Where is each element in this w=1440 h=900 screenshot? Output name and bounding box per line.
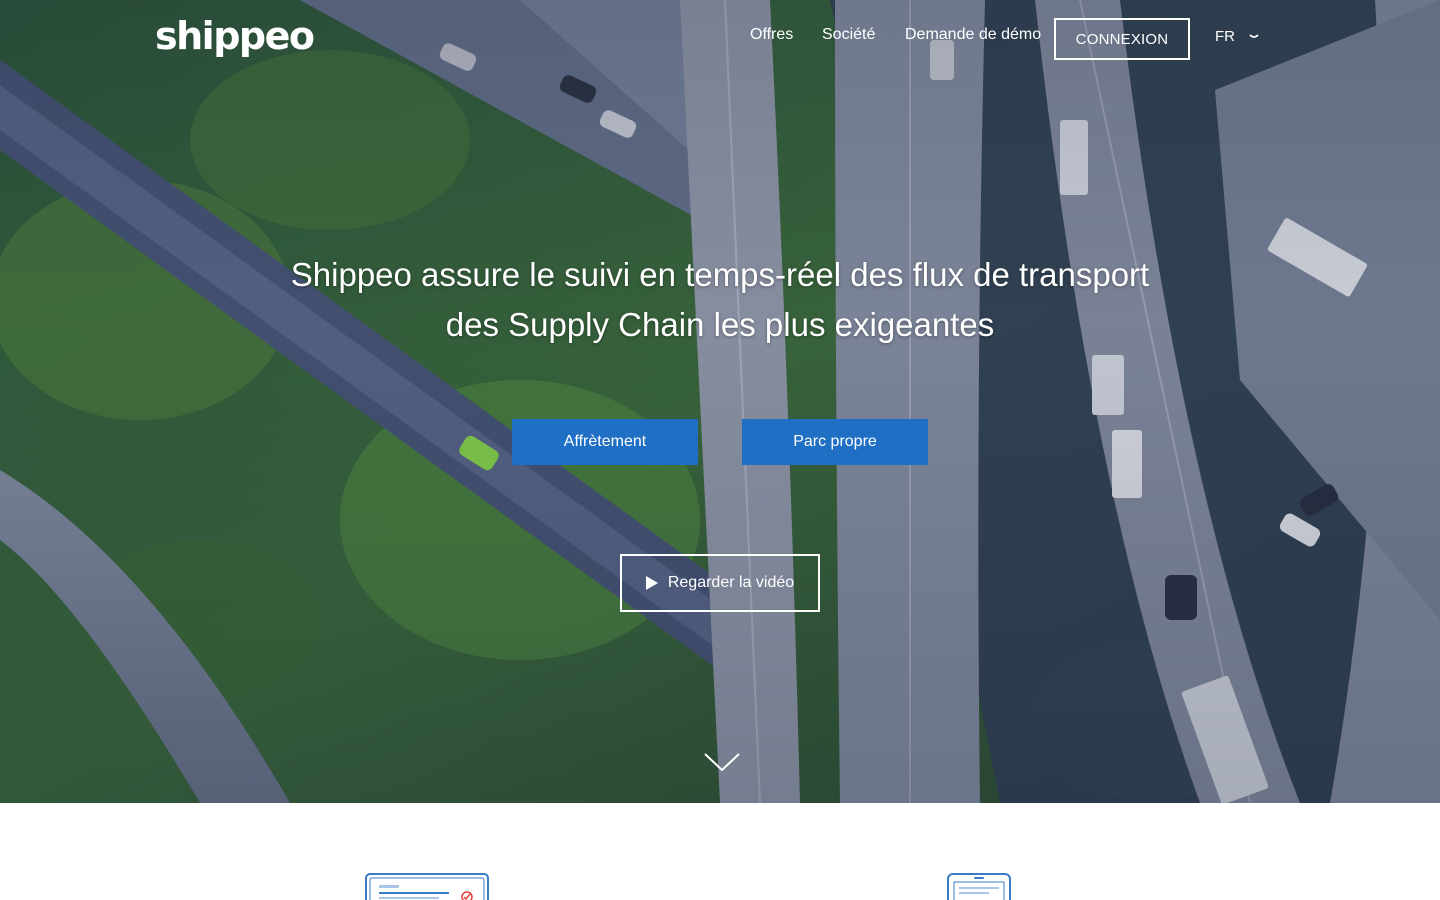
hero-overlay: [0, 0, 1440, 803]
language-selector[interactable]: FR: [1215, 28, 1259, 45]
hero-section: shippeo Offres Société Demande de démo C…: [0, 0, 1440, 803]
login-button[interactable]: CONNEXION: [1054, 18, 1190, 60]
watch-video-button[interactable]: Regarder la vidéo: [620, 554, 820, 612]
nav-item-societe[interactable]: Société: [822, 26, 875, 44]
nav-item-demande-de-demo[interactable]: Demande de démo: [905, 26, 1041, 44]
play-icon: [645, 576, 658, 590]
hero-headline: Shippeo assure le suivi en temps-réel de…: [220, 250, 1220, 350]
document-check-illustration: [365, 873, 489, 900]
hero-headline-line2: des Supply Chain les plus exigeantes: [445, 306, 995, 343]
parc-propre-button[interactable]: Parc propre: [742, 419, 928, 465]
nav-item-offres[interactable]: Offres: [750, 26, 793, 44]
chevron-down-icon[interactable]: [704, 752, 740, 772]
affretement-button[interactable]: Affrètement: [512, 419, 698, 465]
language-label: FR: [1215, 28, 1235, 45]
features-section: [0, 803, 1440, 900]
hero-headline-line1: Shippeo assure le suivi en temps-réel de…: [290, 256, 1150, 293]
watch-video-label: Regarder la vidéo: [667, 574, 795, 591]
chevron-down-icon: [1249, 33, 1259, 38]
tablet-illustration: [947, 873, 1011, 900]
